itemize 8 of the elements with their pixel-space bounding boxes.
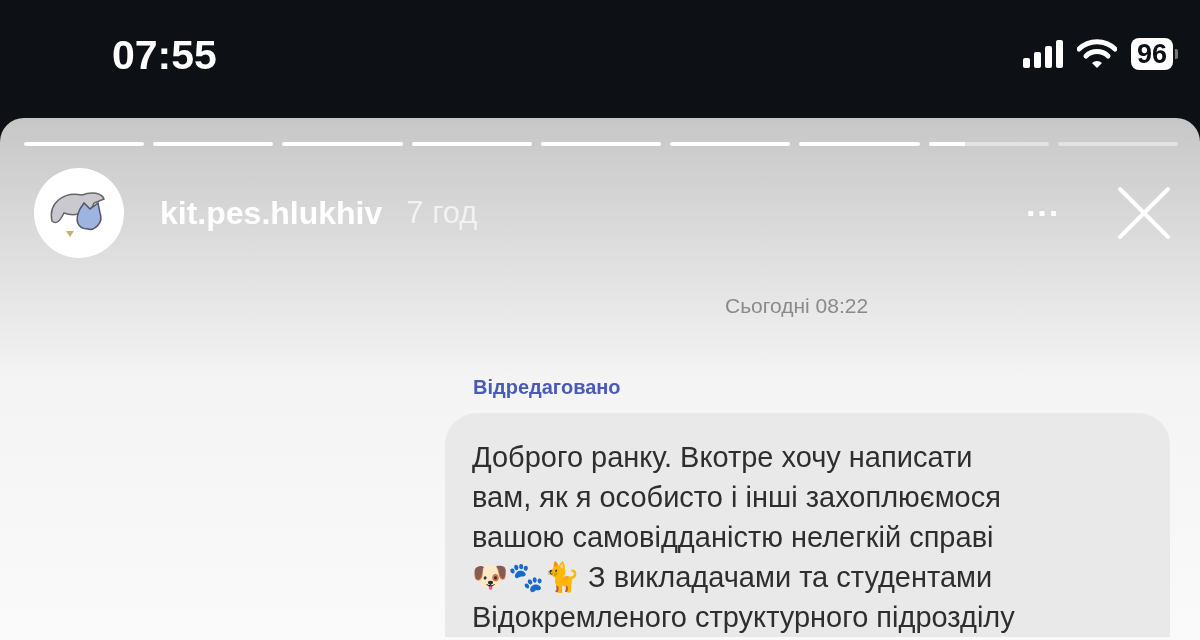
more-button[interactable]: ··· [1022,193,1064,233]
signal-icon [1022,40,1063,68]
message-text: Доброго ранку. Вкотре хочу написати вам, як я особисто і інші захоплюємося вашою самовідданістю нелегкій справі 🐶🐾🐈 З викладачами та студентами Відокремленого структурного підрозділу [472,440,1016,635]
wifi-icon [1076,39,1117,69]
battery-icon: 96 [1130,38,1173,70]
edited-label: Відредаговано [473,376,621,399]
message-date: Сьогодні 08:22 [725,294,869,318]
status-time: 07:55 [112,31,217,79]
